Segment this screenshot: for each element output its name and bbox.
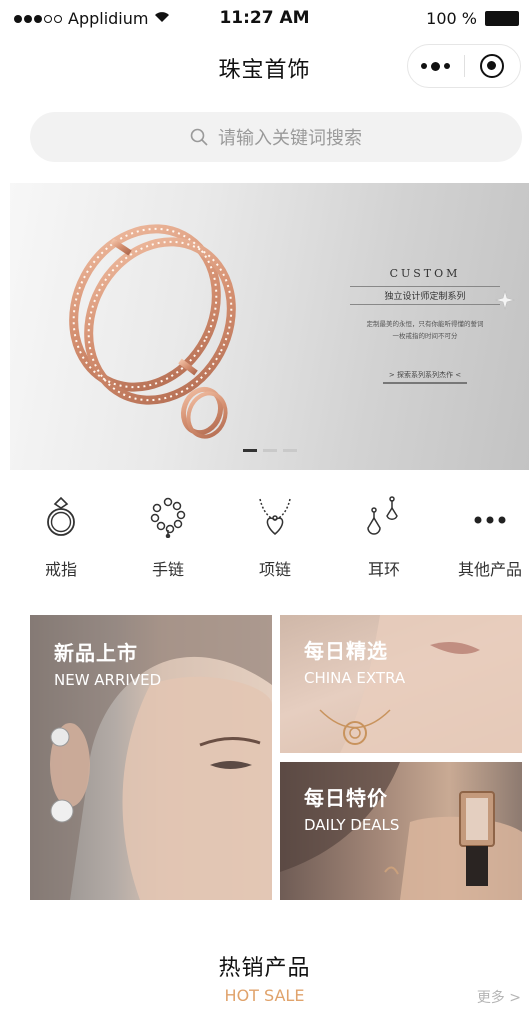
search-icon [190,128,208,146]
carousel-dot[interactable] [262,449,277,452]
target-icon [480,54,505,78]
mini-program-capsule [407,44,521,88]
banner-headline: CUSTOM [389,267,461,280]
ring-icon [47,496,75,536]
banner-description: 定制最美的永恒，只有你能听得懂的誓词 一枚戒指的时间不可分 [350,319,500,342]
sparkle-icon [494,289,516,311]
close-mini-program-button[interactable] [464,45,520,87]
promo-title: 每日精选 [304,639,388,663]
more-link[interactable]: 更多 > [477,987,521,1007]
carousel-dot[interactable] [282,449,297,452]
search-input[interactable]: 请输入关键词搜索 [30,112,522,162]
more-options-button[interactable] [408,45,464,87]
category-item-bracelet[interactable]: 手链 [115,496,221,580]
section-subtitle: HOT SALE [224,986,305,1005]
category-item-earring[interactable]: 耳环 [331,496,437,580]
category-label: 耳环 [367,560,400,579]
promo-new-arrived[interactable]: 新品上市 NEW ARRIVED [30,615,272,900]
battery-percent: 100 % [426,9,477,28]
category-label: 项链 [258,560,291,579]
category-item-necklace[interactable]: 项链 [222,496,328,580]
category-item-ring[interactable]: 戒指 [8,496,114,580]
category-nav: 戒指 手链 项链 耳环 其他产品 [0,496,529,596]
status-right: 100 % [426,9,519,28]
banner-explore-link[interactable]: > 探索系列系列杰作 < [382,370,468,385]
earring-icon [367,496,398,535]
promo-title: 每日特价 [304,786,388,810]
promo-subtitle: DAILY DEALS [304,816,400,834]
category-label: 其他产品 [457,560,522,579]
promo-china-extra[interactable]: 每日精选 CHINA EXTRA [280,615,522,753]
bracelet-icon [150,497,186,538]
ring-product-image [69,224,236,439]
banner-subline: 独立设计师定制系列 [350,286,500,305]
battery-icon [485,11,519,26]
more-icon [474,516,506,524]
section-title: 热销产品 [218,956,311,981]
banner-description-line: 一枚戒指的时间不可分 [392,331,458,340]
banner-carousel[interactable]: CUSTOM 独立设计师定制系列 定制最美的永恒，只有你能听得懂的誓词 一枚戒指… [10,183,529,470]
category-label: 戒指 [44,560,77,579]
banner-description-line: 定制最美的永恒，只有你能听得懂的誓词 [366,320,484,328]
nav-bar: 珠宝首饰 [0,34,529,98]
promo-title: 新品上市 [54,641,138,665]
banner-caption: CUSTOM 独立设计师定制系列 定制最美的永恒，只有你能听得懂的誓词 一枚戒指… [350,267,500,385]
status-bar: Applidium 11:27 AM 100 % [0,0,529,34]
search-placeholder: 请输入关键词搜索 [218,128,362,149]
promo-daily-deals[interactable]: 每日特价 DAILY DEALS [280,762,522,900]
carousel-indicator [10,449,529,452]
promo-subtitle: NEW ARRIVED [54,671,162,689]
category-label: 手链 [151,560,184,579]
necklace-icon [259,498,291,535]
promo-subtitle: CHINA EXTRA [304,669,406,687]
category-item-more[interactable]: 其他产品 [437,496,529,580]
carousel-dot-active[interactable] [242,449,257,452]
